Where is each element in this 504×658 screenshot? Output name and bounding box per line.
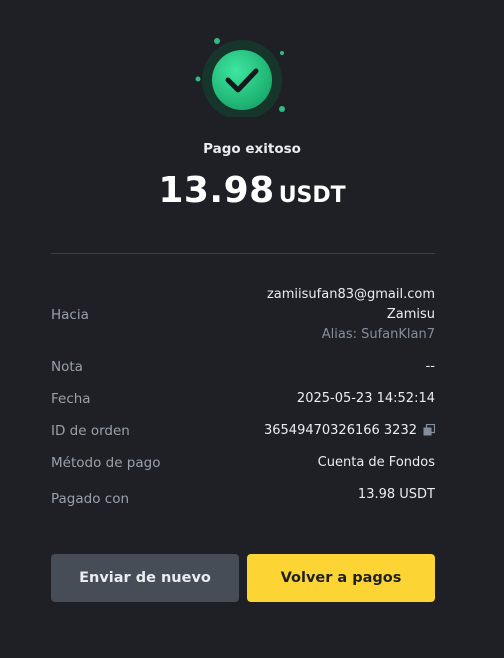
payment-method-value: Cuenta de Fondos: [317, 455, 435, 470]
note-value: --: [425, 359, 435, 374]
to-alias: Alias: SufanKlan7: [321, 327, 435, 342]
to-label: Hacia: [51, 307, 89, 323]
payment-method-label: Método de pago: [51, 455, 161, 471]
divider: [51, 253, 435, 254]
status-title: Pago exitoso: [203, 141, 301, 157]
paid-with-value: 13.98 USDT: [357, 487, 435, 502]
back-to-payments-button[interactable]: Volver a pagos: [247, 554, 435, 602]
amount-currency: USDT: [278, 183, 346, 208]
send-again-button[interactable]: Enviar de nuevo: [51, 554, 239, 602]
success-check-icon: [193, 33, 293, 117]
paid-with-label: Pagado con: [51, 491, 130, 507]
amount-value: 13.98: [158, 170, 275, 211]
order-id-row: 36549470326166 3232: [263, 423, 436, 440]
copy-icon[interactable]: [423, 423, 436, 440]
amount-display: 13.98 USDT: [0, 170, 504, 211]
date-label: Fecha: [51, 391, 91, 407]
to-name: Zamisu: [386, 307, 435, 322]
date-value: 2025-05-23 14:52:14: [296, 391, 435, 406]
to-email: zamiisufan83@gmail.com: [266, 287, 435, 302]
note-label: Nota: [51, 359, 83, 375]
order-id-value: 36549470326166 3232: [263, 423, 417, 438]
order-id-label: ID de orden: [51, 423, 130, 439]
